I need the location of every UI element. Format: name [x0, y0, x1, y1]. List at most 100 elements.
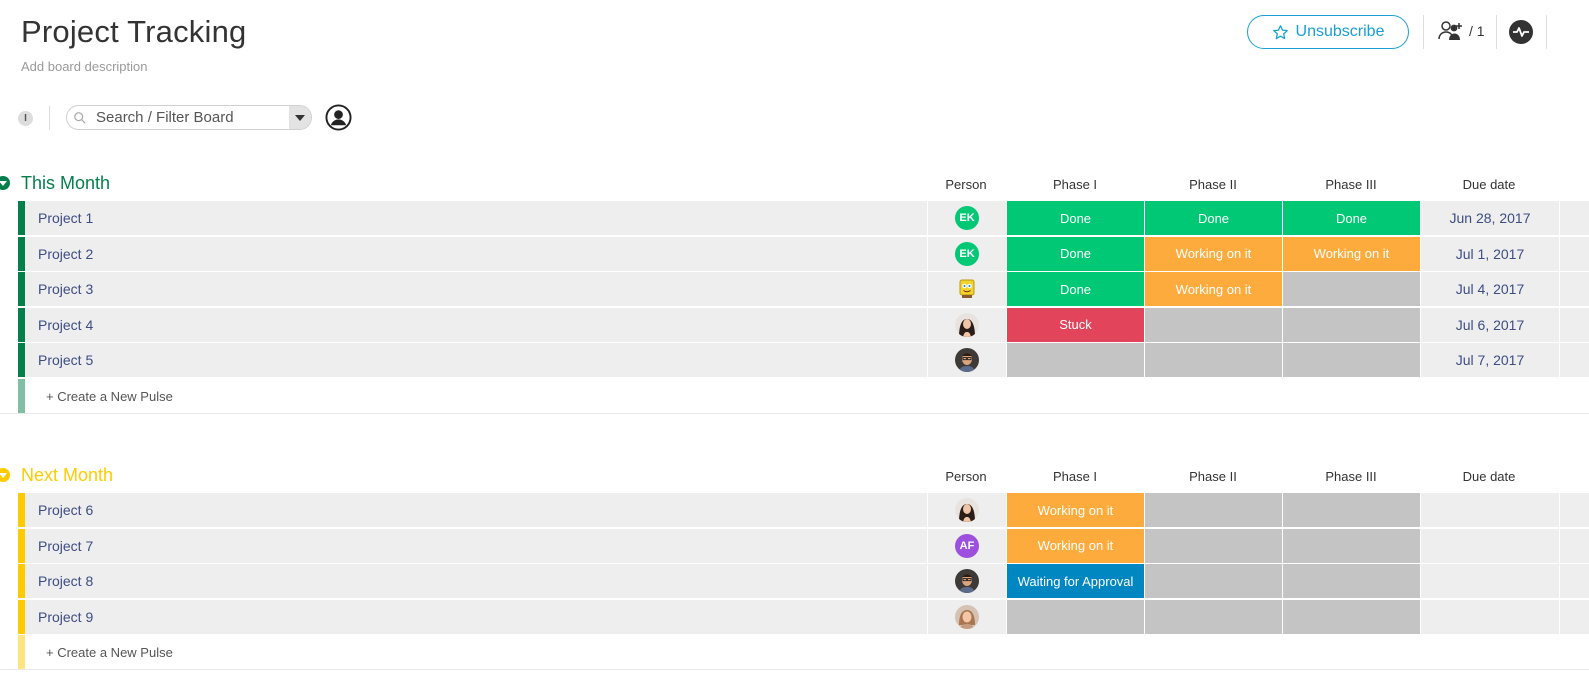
status-cell[interactable]: Working on it: [1145, 272, 1282, 306]
name-cell[interactable]: [25, 201, 927, 235]
board-description[interactable]: Add board description: [21, 59, 147, 74]
status-cell[interactable]: Working on it: [1145, 236, 1282, 271]
status-cell[interactable]: Stuck: [1007, 307, 1144, 342]
activity-icon[interactable]: [1509, 20, 1533, 44]
group-title[interactable]: Next Month: [21, 465, 113, 486]
name-cell[interactable]: [25, 272, 927, 306]
sponge-avatar-icon[interactable]: [955, 277, 979, 301]
status-cell[interactable]: Done: [1007, 236, 1144, 271]
collapse-group-icon[interactable]: [0, 176, 10, 190]
status-cell[interactable]: [1145, 343, 1282, 377]
man-avatar-icon[interactable]: [955, 569, 979, 593]
column-header[interactable]: Phase II: [1153, 177, 1273, 192]
due-date-cell[interactable]: [1421, 599, 1559, 634]
status-cell[interactable]: Done: [1007, 272, 1144, 306]
status-cell[interactable]: [1283, 493, 1420, 527]
column-header[interactable]: Phase III: [1291, 177, 1411, 192]
name-cell[interactable]: [25, 493, 927, 527]
woman-avatar-icon[interactable]: [955, 498, 979, 522]
board-title[interactable]: Project Tracking: [21, 14, 246, 50]
new-pulse-row[interactable]: + Create a New Pulse: [0, 635, 1589, 670]
man-avatar-icon[interactable]: [955, 348, 979, 372]
due-date-cell[interactable]: Jul 4, 2017: [1421, 272, 1559, 306]
column-header[interactable]: Due date: [1429, 177, 1549, 192]
pulse-name[interactable]: Project 1: [38, 210, 93, 226]
person-cell[interactable]: EK: [928, 236, 1006, 271]
status-cell[interactable]: [1283, 528, 1420, 563]
name-cell[interactable]: [25, 343, 927, 377]
status-cell[interactable]: [1145, 307, 1282, 342]
status-cell[interactable]: Working on it: [1007, 493, 1144, 527]
pulse-name[interactable]: Project 7: [38, 538, 93, 554]
due-date-cell[interactable]: Jul 1, 2017: [1421, 236, 1559, 271]
person-cell[interactable]: EK: [928, 201, 1006, 235]
status-cell[interactable]: Waiting for Approval: [1007, 564, 1144, 598]
board-members-button[interactable]: / 1: [1438, 20, 1485, 42]
person-cell[interactable]: [928, 564, 1006, 598]
status-cell[interactable]: [1145, 564, 1282, 598]
avatar[interactable]: AF: [955, 533, 979, 558]
status-cell[interactable]: [1145, 493, 1282, 527]
group-title[interactable]: This Month: [21, 173, 110, 194]
pulse-name[interactable]: Project 6: [38, 502, 93, 518]
name-cell[interactable]: [25, 236, 927, 271]
person-cell[interactable]: [928, 343, 1006, 377]
due-date-cell[interactable]: Jun 28, 2017: [1421, 201, 1559, 235]
woman-avatar-icon[interactable]: [955, 312, 979, 337]
due-date-cell[interactable]: [1421, 564, 1559, 598]
status-cell[interactable]: [1145, 528, 1282, 563]
new-pulse-row[interactable]: + Create a New Pulse: [0, 378, 1589, 414]
status-cell[interactable]: Done: [1007, 201, 1144, 235]
name-cell[interactable]: [25, 564, 927, 598]
status-cell[interactable]: [1007, 599, 1144, 634]
due-date-cell[interactable]: Jul 6, 2017: [1421, 307, 1559, 342]
person-cell[interactable]: [928, 307, 1006, 342]
info-badge[interactable]: I: [18, 111, 33, 126]
column-header[interactable]: Phase I: [1015, 469, 1135, 484]
name-cell[interactable]: [25, 528, 927, 563]
status-cell[interactable]: [1283, 564, 1420, 598]
status-cell[interactable]: [1283, 307, 1420, 342]
pulse-name[interactable]: Project 3: [38, 281, 93, 297]
search-filter[interactable]: [66, 105, 312, 130]
person-cell[interactable]: [928, 599, 1006, 634]
column-header[interactable]: Due date: [1429, 469, 1549, 484]
person-cell[interactable]: AF: [928, 528, 1006, 563]
create-pulse-link[interactable]: + Create a New Pulse: [46, 645, 173, 660]
column-header[interactable]: Phase III: [1291, 469, 1411, 484]
pulse-name[interactable]: Project 2: [38, 246, 93, 262]
pulse-name[interactable]: Project 4: [38, 317, 93, 333]
column-header[interactable]: Phase II: [1153, 469, 1273, 484]
person-filter-icon[interactable]: [325, 104, 352, 131]
pulse-name[interactable]: Project 9: [38, 609, 93, 625]
search-input[interactable]: [87, 109, 272, 126]
filter-dropdown-button[interactable]: [289, 106, 311, 129]
avatar[interactable]: EK: [955, 241, 979, 266]
pulse-name[interactable]: Project 5: [38, 352, 93, 368]
status-cell[interactable]: [1145, 599, 1282, 634]
column-header[interactable]: Person: [906, 177, 1026, 192]
column-header[interactable]: Phase I: [1015, 177, 1135, 192]
woman-blonde-avatar-icon[interactable]: [955, 604, 979, 629]
status-cell[interactable]: Done: [1145, 201, 1282, 235]
status-cell[interactable]: Working on it: [1283, 236, 1420, 271]
due-date-cell[interactable]: [1421, 493, 1559, 527]
collapse-group-icon[interactable]: [0, 468, 10, 482]
due-date-cell[interactable]: [1421, 528, 1559, 563]
due-date-cell[interactable]: Jul 7, 2017: [1421, 343, 1559, 377]
column-header[interactable]: Person: [906, 469, 1026, 484]
person-cell[interactable]: [928, 272, 1006, 306]
pulse-name[interactable]: Project 8: [38, 573, 93, 589]
status-cell[interactable]: [1283, 272, 1420, 306]
status-cell[interactable]: [1283, 599, 1420, 634]
unsubscribe-button[interactable]: Unsubscribe: [1247, 15, 1409, 49]
name-cell[interactable]: [25, 307, 927, 342]
person-cell[interactable]: [928, 493, 1006, 527]
avatar[interactable]: EK: [955, 206, 979, 230]
name-cell[interactable]: [25, 599, 927, 634]
status-cell[interactable]: Working on it: [1007, 528, 1144, 563]
status-cell[interactable]: Done: [1283, 201, 1420, 235]
status-cell[interactable]: [1283, 343, 1420, 377]
create-pulse-link[interactable]: + Create a New Pulse: [46, 389, 173, 404]
status-cell[interactable]: [1007, 343, 1144, 377]
